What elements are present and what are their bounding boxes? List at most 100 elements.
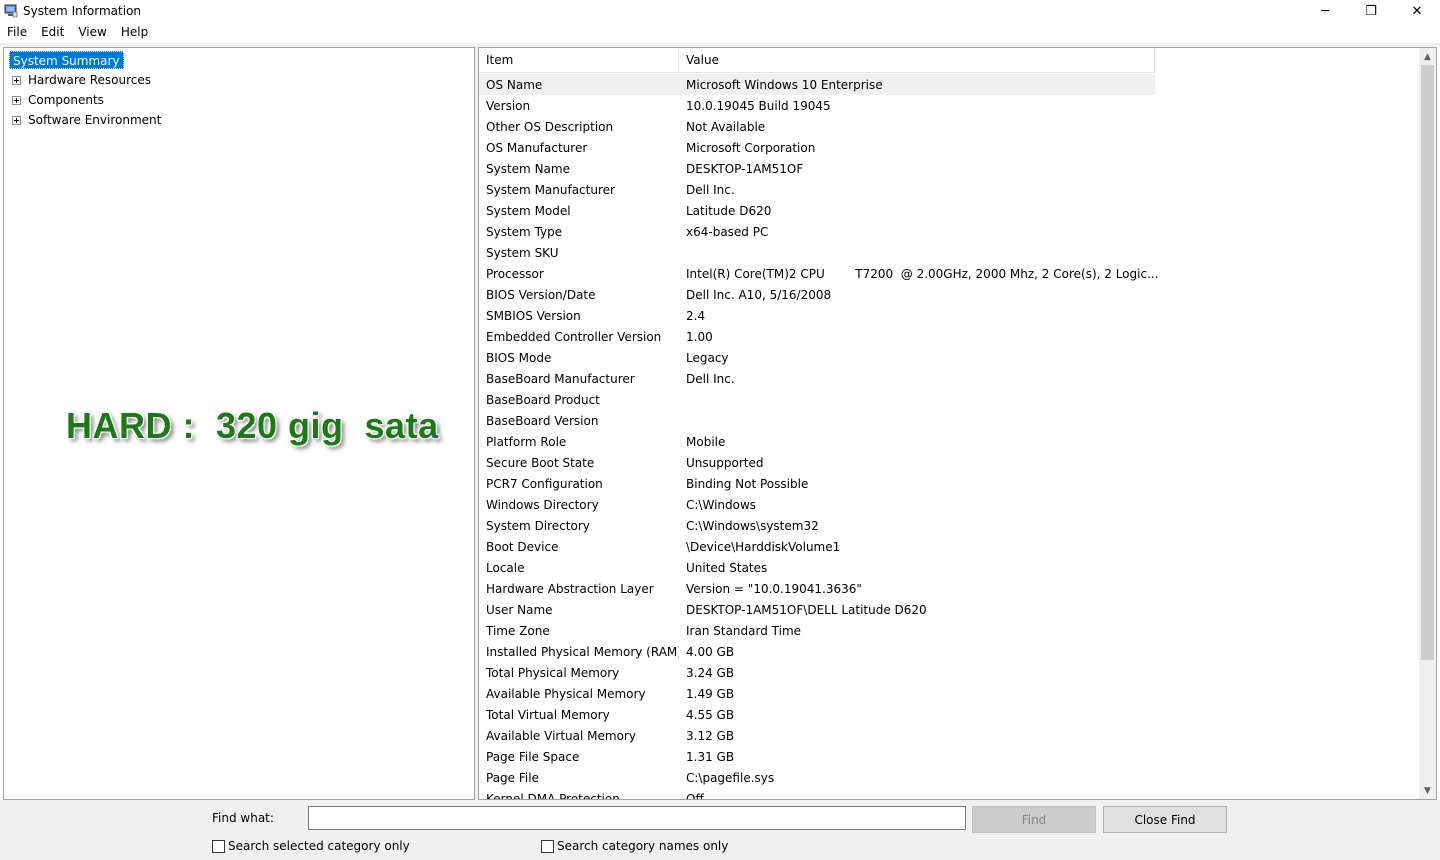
cell-item: System SKU (486, 245, 559, 260)
list-rows: OS Name Microsoft Windows 10 Enterprise Ve… (479, 74, 1417, 800)
search-category-names-checkbox[interactable]: Search category names only (541, 839, 728, 853)
find-bar: Find what: Find Close Find Search select… (0, 800, 1440, 860)
table-row[interactable]: BaseBoard Product (479, 389, 1417, 410)
cell-value: DESKTOP-1AM51OF (686, 161, 804, 176)
table-row[interactable]: PCR7 Configuration Binding Not Possible (479, 473, 1417, 494)
cell-value: 1.31 GB (686, 749, 735, 764)
cell-item: BaseBoard Product (486, 392, 600, 407)
column-header-value[interactable]: Value (679, 48, 1155, 73)
table-row[interactable]: Embedded Controller Version 1.00 (479, 326, 1417, 347)
expand-plus-icon[interactable] (12, 75, 21, 85)
tree-item-hardware-resources[interactable]: Hardware Resources (12, 71, 151, 89)
menu-view[interactable]: View (71, 23, 113, 43)
cell-value: x64-based PC (686, 224, 769, 239)
cell-item: OS Name (486, 77, 543, 92)
cell-item: Locale (486, 560, 525, 575)
tree-item-software-environment[interactable]: Software Environment (12, 111, 161, 129)
table-row[interactable]: Hardware Abstraction Layer Version = "10.… (479, 578, 1417, 599)
checkbox-box[interactable] (212, 839, 225, 853)
table-row[interactable]: Available Physical Memory 1.49 GB (479, 683, 1417, 704)
menu-help[interactable]: Help (114, 23, 155, 43)
cell-item: Hardware Abstraction Layer (486, 581, 654, 596)
cell-value: C:\Windows (686, 497, 757, 512)
cell-item: BaseBoard Version (486, 413, 599, 428)
restore-button[interactable]: ❐ (1348, 0, 1394, 23)
expand-plus-icon[interactable] (12, 115, 21, 125)
table-row[interactable]: System Model Latitude D620 (479, 200, 1417, 221)
cell-value: United States (686, 560, 768, 575)
cell-item: SMBIOS Version (486, 308, 581, 323)
table-row[interactable]: Installed Physical Memory (RAM) 4.00 GB (479, 641, 1417, 662)
table-row[interactable]: Page File Space 1.31 GB (479, 746, 1417, 767)
cell-item: System Type (486, 224, 563, 239)
table-row[interactable]: Processor Intel(R) Core(TM)2 CPU T7200 @ … (479, 263, 1417, 284)
table-row[interactable]: Platform Role Mobile (479, 431, 1417, 452)
scroll-up-icon[interactable]: ▲ (1419, 48, 1436, 65)
cell-value: 3.12 GB (686, 728, 735, 743)
table-row[interactable]: BaseBoard Version (479, 410, 1417, 431)
scroll-down-icon[interactable]: ▼ (1419, 782, 1436, 799)
menu-edit[interactable]: Edit (34, 23, 71, 43)
table-row[interactable]: SMBIOS Version 2.4 (479, 305, 1417, 326)
cell-item: Available Virtual Memory (486, 728, 636, 743)
table-row[interactable]: Secure Boot State Unsupported (479, 452, 1417, 473)
cell-value: Not Available (686, 119, 766, 134)
find-button[interactable]: Find (972, 806, 1096, 833)
table-row[interactable]: Kernel DMA Protection Off (479, 788, 1417, 800)
cell-value: Dell Inc. (686, 371, 735, 386)
cell-item: Processor (486, 266, 544, 281)
table-row[interactable]: Total Virtual Memory 4.55 GB (479, 704, 1417, 725)
table-row[interactable]: OS Name Microsoft Windows 10 Enterprise (479, 74, 1155, 95)
table-row[interactable]: Windows Directory C:\Windows (479, 494, 1417, 515)
cell-item: Secure Boot State (486, 455, 595, 470)
vertical-scrollbar[interactable]: ▲ ▼ (1419, 48, 1436, 799)
details-list[interactable]: Item Value OS Name Microsoft Windows 10 E… (478, 47, 1437, 800)
table-row[interactable]: Available Virtual Memory 3.12 GB (479, 725, 1417, 746)
tree-item-components[interactable]: Components (12, 91, 104, 109)
close-find-button[interactable]: Close Find (1103, 806, 1227, 833)
table-row[interactable]: Other OS Description Not Available (479, 116, 1417, 137)
table-row[interactable]: OS Manufacturer Microsoft Corporation (479, 137, 1417, 158)
cell-item: BaseBoard Manufacturer (486, 371, 635, 386)
cell-value: Iran Standard Time (686, 623, 802, 638)
table-row[interactable]: Time Zone Iran Standard Time (479, 620, 1417, 641)
cell-value: Intel(R) Core(TM)2 CPU T7200 @ 2.00GHz, … (686, 266, 1159, 281)
table-row[interactable]: System SKU (479, 242, 1417, 263)
cell-item: Time Zone (486, 623, 550, 638)
table-row[interactable]: System Type x64-based PC (479, 221, 1417, 242)
minimize-button[interactable]: ─ (1302, 0, 1348, 23)
cell-value: Version = "10.0.19041.3636" (686, 581, 862, 596)
table-row[interactable]: BIOS Version/Date Dell Inc. A10, 5/16/200… (479, 284, 1417, 305)
find-what-input[interactable] (308, 806, 966, 830)
tree-item-label: Hardware Resources (28, 73, 152, 87)
tree-item-system-summary[interactable]: System Summary (9, 51, 124, 69)
cell-value: 3.24 GB (686, 665, 735, 680)
table-row[interactable]: BaseBoard Manufacturer Dell Inc. (479, 368, 1417, 389)
system-information-icon (4, 4, 18, 18)
checkbox-box[interactable] (541, 839, 554, 853)
search-selected-category-checkbox[interactable]: Search selected category only (212, 839, 410, 853)
table-row[interactable]: Total Physical Memory 3.24 GB (479, 662, 1417, 683)
cell-value: Dell Inc. (686, 182, 735, 197)
table-row[interactable]: System Manufacturer Dell Inc. (479, 179, 1417, 200)
cell-value: Mobile (686, 434, 726, 449)
cell-value: 1.49 GB (686, 686, 735, 701)
close-button[interactable]: ✕ (1394, 0, 1440, 23)
table-row[interactable]: User Name DESKTOP-1AM51OF\DELL Latitude D… (479, 599, 1417, 620)
cell-value: Microsoft Corporation (686, 140, 816, 155)
table-row[interactable]: Version 10.0.19045 Build 19045 (479, 95, 1417, 116)
cell-value: C:\pagefile.sys (686, 770, 775, 785)
table-row[interactable]: System Name DESKTOP-1AM51OF (479, 158, 1417, 179)
expand-plus-icon[interactable] (12, 95, 21, 105)
cell-value: Legacy (686, 350, 729, 365)
list-header: Item Value (479, 48, 1155, 73)
menu-file[interactable]: File (0, 23, 34, 43)
scroll-thumb[interactable] (1421, 65, 1434, 660)
table-row[interactable]: Page File C:\pagefile.sys (479, 767, 1417, 788)
table-row[interactable]: System Directory C:\Windows\system32 (479, 515, 1417, 536)
table-row[interactable]: BIOS Mode Legacy (479, 347, 1417, 368)
table-row[interactable]: Boot Device \Device\HarddiskVolume1 (479, 536, 1417, 557)
column-header-item[interactable]: Item (479, 48, 679, 73)
table-row[interactable]: Locale United States (479, 557, 1417, 578)
tree-item-label: Software Environment (28, 113, 162, 127)
